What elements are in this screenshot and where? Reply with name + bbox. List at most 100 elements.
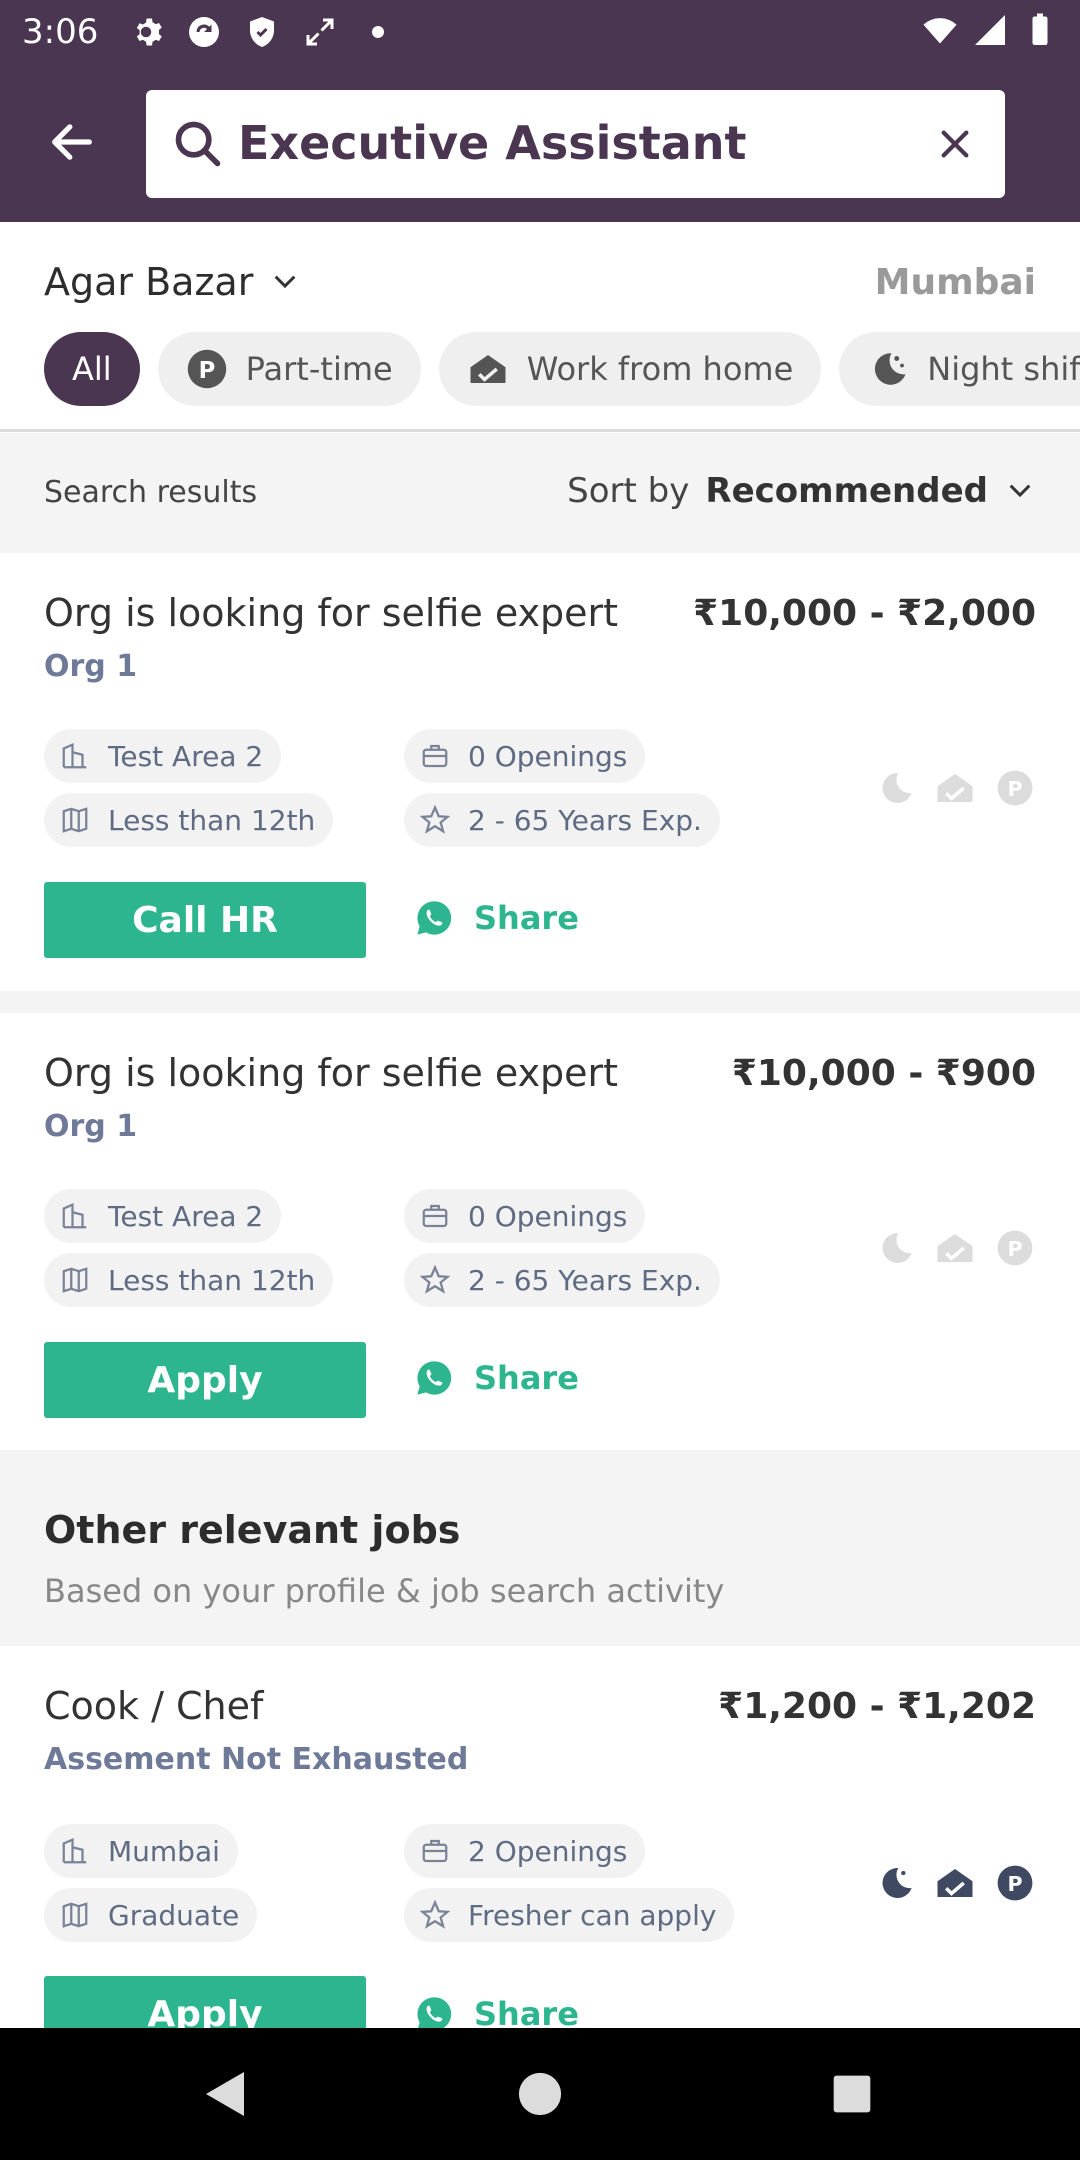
star-icon: [418, 1898, 452, 1932]
tag-openings: 0 Openings: [404, 729, 646, 783]
home-icon: [934, 1227, 976, 1269]
tag-text: Mumbai: [108, 1834, 220, 1868]
sort-prefix: Sort by: [567, 471, 690, 511]
chip-label: Work from home: [526, 350, 794, 388]
filter-chip-work-from-home[interactable]: Work from home: [438, 332, 822, 406]
close-icon: [941, 130, 969, 158]
part-time-icon: P: [186, 348, 228, 390]
chevron-down-icon: [1009, 484, 1031, 498]
tag-text: Fresher can apply: [468, 1898, 717, 1932]
job-card[interactable]: Org is looking for selfie expert Org 1 ₹…: [0, 553, 1080, 991]
filter-chip-part-time[interactable]: P Part-time: [157, 332, 421, 406]
tag-experience: Fresher can apply: [404, 1888, 735, 1942]
chip-label: Night shift: [927, 350, 1080, 388]
search-icon: [175, 121, 221, 167]
expand-icon: [306, 18, 334, 46]
area-dropdown[interactable]: Agar Bazar: [44, 260, 301, 304]
job-feature-icons: P: [874, 767, 1036, 809]
tag-text: 0 Openings: [468, 1199, 628, 1233]
section-title: Other relevant jobs: [44, 1508, 461, 1552]
home-icon: [934, 767, 976, 809]
battery-icon: [1032, 13, 1048, 45]
sync-icon: [189, 17, 219, 47]
book-icon: [58, 1898, 92, 1932]
chip-label: All: [72, 350, 112, 388]
svg-text:P: P: [198, 358, 215, 384]
job-org: Org 1: [44, 1109, 138, 1144]
home-icon: [934, 1862, 976, 1904]
tag-area: Test Area 2: [44, 729, 282, 783]
job-title: Cook / Chef: [44, 1684, 264, 1728]
job-card[interactable]: Org is looking for selfie expert Org 1 ₹…: [0, 1013, 1080, 1450]
sort-dropdown[interactable]: Sort by Recommended: [567, 471, 1036, 511]
share-button[interactable]: Share: [414, 1994, 579, 2028]
tag-openings: 0 Openings: [404, 1189, 646, 1243]
night-icon: [867, 348, 909, 390]
system-nav-bar: [0, 2028, 1080, 2160]
status-time: 3:06: [22, 12, 99, 52]
job-title: Org is looking for selfie expert: [44, 591, 619, 635]
system-icons: [922, 12, 1058, 48]
building-icon: [58, 1199, 92, 1233]
search-query: Executive Assistant: [238, 116, 747, 170]
tag-text: Less than 12th: [108, 1263, 316, 1297]
job-title: Org is looking for selfie expert: [44, 1051, 619, 1095]
chevron-down-icon: [274, 275, 296, 289]
job-feature-icons: P: [874, 1227, 1036, 1269]
tag-text: 0 Openings: [468, 739, 628, 773]
share-button[interactable]: Share: [414, 898, 579, 938]
book-icon: [58, 1263, 92, 1297]
tag-education: Less than 12th: [44, 793, 334, 847]
clear-search-button[interactable]: [927, 116, 983, 172]
tag-education: Less than 12th: [44, 1253, 334, 1307]
book-icon: [58, 803, 92, 837]
home-icon: [467, 348, 509, 390]
card-separator: [0, 991, 1080, 1013]
briefcase-icon: [418, 739, 452, 773]
apply-button[interactable]: Apply: [44, 1976, 366, 2028]
briefcase-icon: [418, 1199, 452, 1233]
results-label: Search results: [44, 475, 258, 510]
tag-text: 2 Openings: [468, 1834, 628, 1868]
job-org: Org 1: [44, 649, 138, 684]
job-salary: ₹10,000 - ₹900: [731, 1053, 1036, 1094]
whatsapp-icon: [417, 1361, 452, 1395]
dot-icon: [372, 26, 384, 38]
tag-area: Mumbai: [44, 1824, 238, 1878]
tag-experience: 2 - 65 Years Exp.: [404, 1253, 720, 1307]
share-button[interactable]: Share: [414, 1358, 579, 1398]
call-hr-button[interactable]: Call HR: [44, 882, 366, 958]
whatsapp-icon: [417, 1997, 452, 2028]
svg-text:P: P: [1007, 1237, 1022, 1261]
tag-text: Graduate: [108, 1898, 240, 1932]
building-icon: [58, 1834, 92, 1868]
filter-chip-night-shift[interactable]: Night shift: [839, 332, 1080, 406]
nav-recents-button[interactable]: [822, 2064, 882, 2124]
nav-back-button[interactable]: [196, 2064, 256, 2124]
briefcase-icon: [418, 1834, 452, 1868]
night-icon: [874, 767, 916, 809]
location-filter-bar: Agar Bazar Mumbai All P Part-time Work f…: [0, 222, 1080, 432]
settings-icon: [136, 18, 162, 46]
night-icon: [874, 1227, 916, 1269]
search-input[interactable]: Executive Assistant: [146, 90, 1005, 198]
whatsapp-icon: [417, 901, 452, 935]
apply-button[interactable]: Apply: [44, 1342, 366, 1418]
svg-text:P: P: [1007, 777, 1022, 801]
star-icon: [418, 803, 452, 837]
nav-home-button[interactable]: [510, 2064, 570, 2124]
job-feature-icons: P: [874, 1862, 1036, 1904]
job-card[interactable]: Cook / Chef Assement Not Exhausted ₹1,20…: [0, 1646, 1080, 2028]
filter-chip-all[interactable]: All: [44, 332, 140, 406]
tag-education: Graduate: [44, 1888, 258, 1942]
tag-text: 2 - 65 Years Exp.: [468, 1263, 702, 1297]
share-label: Share: [474, 899, 579, 937]
back-button[interactable]: [40, 110, 104, 174]
part-time-icon: P: [994, 1227, 1036, 1269]
star-icon: [418, 1263, 452, 1297]
city-label: Mumbai: [874, 262, 1036, 303]
wifi-icon: [923, 18, 957, 44]
section-subtitle: Based on your profile & job search activ…: [44, 1572, 725, 1610]
arrow-left-icon: [52, 124, 92, 160]
tag-openings: 2 Openings: [404, 1824, 646, 1878]
